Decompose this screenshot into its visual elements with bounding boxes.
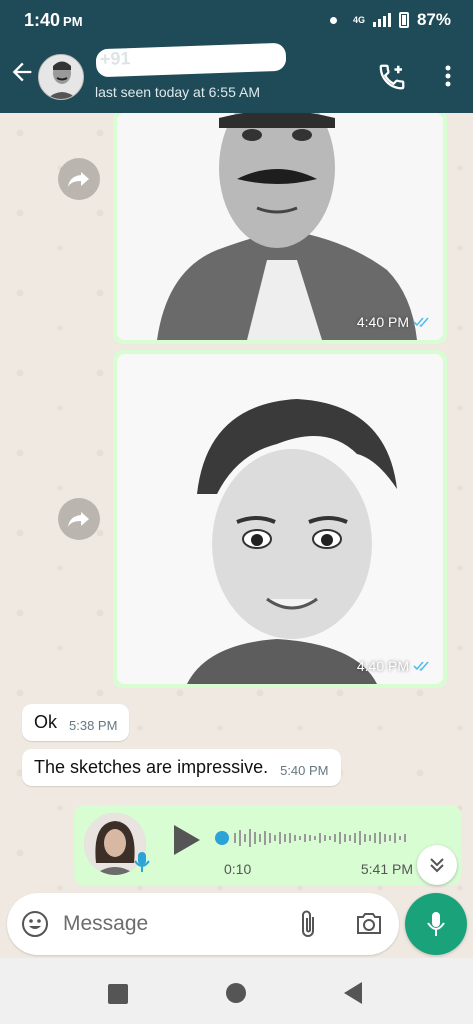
voice-duration: 0:10 [224,861,252,877]
read-ticks-icon [413,661,429,671]
contact-name-redacted[interactable]: +91 [95,42,287,78]
image-2-time: 4:40 PM [356,658,409,674]
system-nav-bar [0,958,473,1024]
read-ticks-icon [413,317,429,327]
recents-button[interactable] [108,984,128,1004]
sketch-image-boy[interactable]: 4:40 PM [117,354,443,684]
scroll-to-bottom-button[interactable] [417,845,457,885]
message-time: 5:38 PM [69,718,118,733]
forward-button[interactable] [58,158,100,200]
notification-dot-icon [329,16,337,24]
message-text: The sketches are impressive. [34,757,269,777]
incoming-message[interactable]: The sketches are impressive. 5:40 PM [22,749,341,786]
last-seen-status: last seen today at 6:55 AM [95,84,260,100]
status-icons: 4G 87% [329,10,451,30]
signal-icon [372,13,391,27]
play-icon[interactable] [172,823,202,857]
chat-area[interactable]: 4:40 PM 4:40 PM Ok 5:38 PM The sketches … [0,113,473,958]
avatar-portrait-icon [39,55,83,99]
image-message-2[interactable]: 4:40 PM [113,350,447,688]
incoming-message[interactable]: Ok 5:38 PM [22,704,130,741]
forward-icon [68,512,89,527]
sketch-image-man[interactable]: 4:40 PM [117,113,443,340]
image-1-timestamp: 4:40 PM [357,314,431,330]
voice-time: 5:41 PM [360,861,413,877]
image-1-time: 4:40 PM [356,314,409,330]
battery-icon [398,12,409,28]
attach-icon[interactable] [297,909,319,939]
top-bar: 1:40 PM 4G 87% +91 last seen today at 6:5… [0,0,473,113]
camera-icon[interactable] [355,910,383,936]
back-arrow-icon[interactable] [8,58,36,86]
more-options-icon[interactable] [445,64,451,88]
forward-icon [68,172,89,187]
double-chevron-down-icon [430,858,444,873]
network-type: 4G [352,15,365,25]
contact-avatar[interactable] [38,54,84,100]
voice-message[interactable]: 0:10 5:41 PM [74,805,461,885]
back-button[interactable] [344,982,362,1004]
status-bar: 1:40 PM 4G 87% [0,0,473,40]
contact-name: +91 [99,48,131,70]
battery-percent: 87% [416,10,451,29]
message-input[interactable] [63,905,283,943]
voice-mic-icon [134,852,150,872]
status-time: 1:40 PM [24,10,83,31]
chat-header: +91 last seen today at 6:55 AM [0,40,473,113]
message-composer [7,893,399,955]
message-time: 5:40 PM [280,763,329,778]
add-call-icon[interactable] [377,62,407,92]
mic-icon [427,912,445,936]
message-text: Ok [34,712,58,732]
waveform[interactable] [214,825,434,851]
image-2-timestamp: 4:40 PM [357,658,431,674]
home-button[interactable] [226,983,246,1003]
image-message-1[interactable]: 4:40 PM [113,113,447,344]
pencil-sketch-boy-image [117,354,443,684]
pencil-sketch-man-image [117,113,443,340]
forward-button[interactable] [58,498,100,540]
emoji-icon[interactable] [21,910,49,938]
status-time-value: 1:40 [24,10,61,30]
voice-record-button[interactable] [405,893,467,955]
status-ampm: PM [63,14,83,29]
